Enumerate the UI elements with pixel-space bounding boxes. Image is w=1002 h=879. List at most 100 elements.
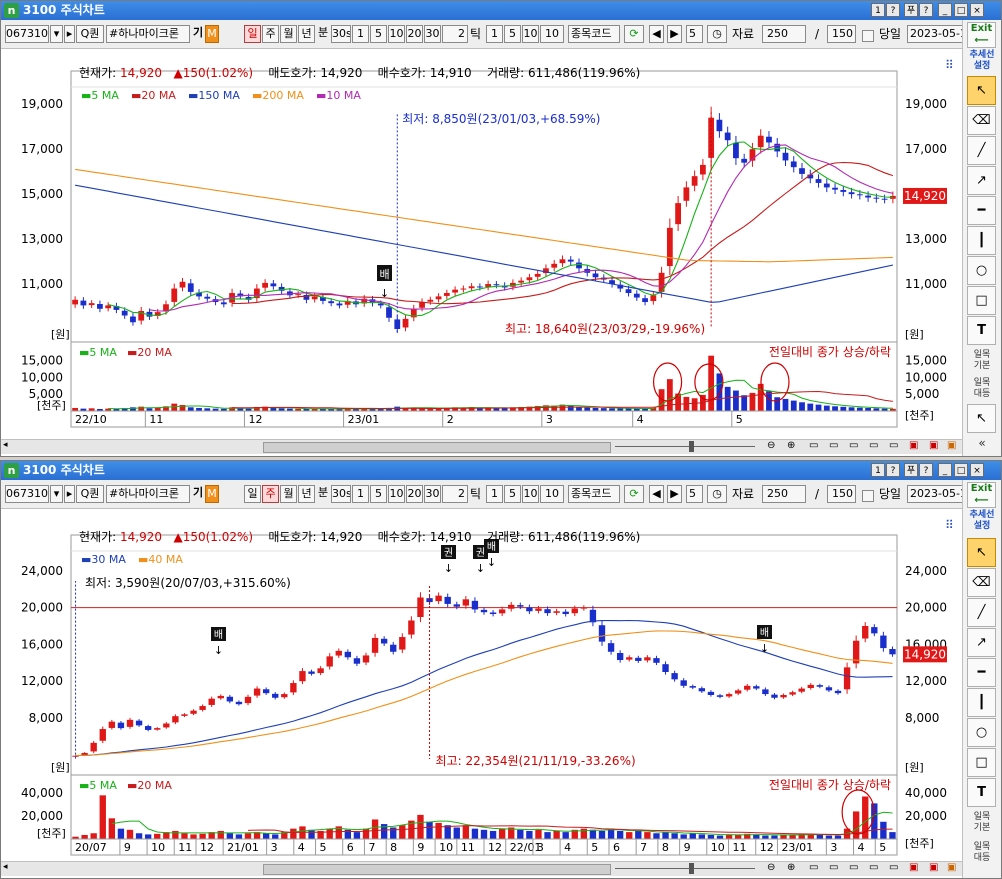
tick-5[interactable]: 5 — [504, 485, 521, 503]
daily-basic-tool[interactable]: 일목 기본 — [963, 812, 1001, 834]
date-input[interactable]: 2023-05-1 — [907, 485, 963, 503]
vertical-line-tool-icon[interactable]: ┃ — [967, 226, 996, 255]
stock-name-field[interactable]: #하나마이크론 — [106, 25, 190, 43]
horizontal-line-tool-icon[interactable]: ━ — [967, 196, 996, 225]
minute-10[interactable]: 10 — [388, 25, 405, 43]
today-checkbox[interactable] — [862, 30, 874, 42]
zoom-in-icon[interactable]: ⊕ — [787, 440, 795, 451]
minute-30s[interactable]: 30s — [331, 25, 351, 43]
clock-icon[interactable]: ◷ — [707, 485, 727, 503]
tick-10[interactable]: 10 — [522, 485, 539, 503]
daily-basic-tool[interactable]: 일목 기본 — [963, 350, 1001, 372]
close-button[interactable]: × — [970, 3, 984, 17]
view-icon-4[interactable]: ▭ — [869, 862, 878, 873]
close-button[interactable]: × — [970, 463, 984, 477]
exit-button[interactable]: Exit ⟵ — [967, 22, 996, 48]
minute-1[interactable]: 1 — [352, 485, 369, 503]
help-button[interactable]: ? — [886, 463, 900, 477]
period-month[interactable]: 월 — [280, 485, 297, 503]
view-icon-5[interactable]: ▭ — [889, 440, 898, 451]
total-count-input[interactable]: 150 — [827, 485, 856, 503]
stock-code-input[interactable]: 067310 — [5, 25, 49, 43]
trend-settings-label[interactable]: 추세선 설정 — [963, 510, 1001, 532]
minute-10[interactable]: 10 — [388, 485, 405, 503]
code-input[interactable]: 종목코드 — [568, 25, 620, 43]
text-tool-icon[interactable]: T — [967, 778, 996, 807]
minute-20[interactable]: 20 — [406, 25, 423, 43]
minute-30s[interactable]: 30s — [331, 485, 351, 503]
date-input[interactable]: 2023-05-1 — [907, 25, 963, 43]
tick-count-input[interactable]: 2 — [442, 25, 468, 43]
gann-tool-icon[interactable]: ↖ — [967, 404, 996, 433]
view-icon-2[interactable]: ▭ — [829, 862, 838, 873]
stock-code-input[interactable]: 067310 — [5, 485, 49, 503]
maximize-button[interactable]: □ — [954, 463, 968, 477]
export-icon[interactable]: ▣ — [947, 440, 956, 451]
rectangle-tool-icon[interactable]: □ — [967, 748, 996, 777]
line-tool-icon[interactable]: ╱ — [967, 598, 996, 627]
code-next-icon[interactable]: ▸ — [64, 25, 75, 43]
minute-30[interactable]: 30 — [424, 25, 441, 43]
settings-icon[interactable]: ▣ — [929, 862, 938, 873]
trend-settings-label[interactable]: 추세선 설정 — [963, 50, 1001, 72]
minute-5[interactable]: 5 — [370, 25, 387, 43]
view-icon-1[interactable]: ▭ — [809, 440, 818, 451]
pin-button[interactable]: 푸 — [904, 463, 918, 477]
window-number-button[interactable]: 1 — [871, 3, 885, 17]
scroll-track[interactable] — [263, 442, 611, 453]
data-count-select[interactable]: 250 — [762, 485, 806, 503]
chart-scrollbar[interactable]: ◂ ⊖ ⊕ ▭ ▭ ▭ ▭ ▭ ▣ ▣ ▣ — [1, 861, 963, 876]
zoom-out-icon[interactable]: ⊖ — [767, 440, 775, 451]
period-minute[interactable]: 분 — [316, 485, 330, 503]
code-dropdown-icon[interactable]: ▾ — [50, 25, 63, 43]
step-input[interactable]: 5 — [686, 25, 703, 43]
collapse-icon[interactable]: « — [963, 437, 1001, 449]
maximize-button[interactable]: □ — [954, 3, 968, 17]
view-icon-4[interactable]: ▭ — [869, 440, 878, 451]
code-input[interactable]: 종목코드 — [568, 485, 620, 503]
period-day[interactable]: 일 — [244, 25, 261, 43]
chart-type-icon[interactable]: ▣ — [909, 440, 918, 451]
zoom-slider[interactable] — [615, 446, 755, 447]
tick-1[interactable]: 1 — [486, 485, 503, 503]
eraser-tool-icon[interactable]: ⌫ — [967, 106, 996, 135]
line-tool-icon[interactable]: ╱ — [967, 136, 996, 165]
code-next-icon[interactable]: ▸ — [64, 485, 75, 503]
daily-vs-tool[interactable]: 일목 대등 — [963, 378, 1001, 400]
stock-name-field[interactable]: #하나마이크론 — [106, 485, 190, 503]
minute-30[interactable]: 30 — [424, 485, 441, 503]
tick-10[interactable]: 10 — [522, 25, 539, 43]
daily-vs-tool[interactable]: 일목 대등 — [963, 842, 1001, 864]
today-checkbox[interactable] — [862, 490, 874, 502]
period-year[interactable]: 년 — [298, 485, 315, 503]
view-icon-5[interactable]: ▭ — [889, 862, 898, 873]
clock-icon[interactable]: ◷ — [707, 25, 727, 43]
tick-1[interactable]: 1 — [486, 25, 503, 43]
tick-5[interactable]: 5 — [504, 25, 521, 43]
vertical-line-tool-icon[interactable]: ┃ — [967, 688, 996, 717]
chart-scrollbar[interactable]: ◂ ⊖ ⊕ ▭ ▭ ▭ ▭ ▭ ▣ ▣ ▣ — [1, 439, 963, 454]
arrow-line-tool-icon[interactable]: ↗ — [967, 166, 996, 195]
code-dropdown-icon[interactable]: ▾ — [50, 485, 63, 503]
view-icon-3[interactable]: ▭ — [849, 440, 858, 451]
data-count-select[interactable]: 250 — [762, 25, 806, 43]
circle-tool-icon[interactable]: ○ — [967, 718, 996, 747]
zoom-out-icon[interactable]: ⊖ — [767, 862, 775, 873]
pin-button[interactable]: 푸 — [904, 3, 918, 17]
info-button[interactable]: ? — [919, 3, 933, 17]
step-input[interactable]: 5 — [686, 485, 703, 503]
tick-10-input[interactable]: 10 — [540, 485, 564, 503]
scroll-track[interactable] — [263, 864, 611, 875]
exit-button[interactable]: Exit ⟵ — [967, 482, 996, 508]
search-button[interactable]: Q퀀 — [76, 485, 104, 503]
total-count-input[interactable]: 150 — [827, 25, 856, 43]
m-badge[interactable]: M — [205, 25, 219, 43]
scroll-left-icon[interactable]: ◂ — [3, 862, 8, 872]
zoom-thumb[interactable] — [689, 441, 694, 452]
refresh-icon[interactable]: ⟳ — [624, 485, 644, 503]
prev-icon[interactable]: ◀ — [649, 485, 664, 503]
zoom-thumb[interactable] — [689, 863, 694, 874]
period-minute[interactable]: 분 — [316, 25, 330, 43]
minute-20[interactable]: 20 — [406, 485, 423, 503]
minimize-button[interactable]: _ — [938, 463, 952, 477]
